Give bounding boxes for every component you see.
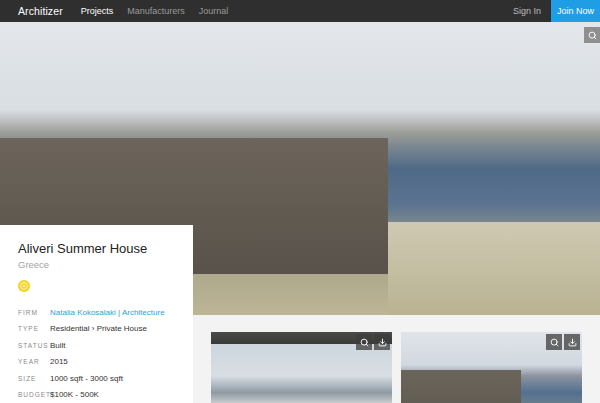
detail-value: $100K - 500K	[50, 390, 175, 399]
zoom-button[interactable]	[546, 334, 562, 350]
detail-row: SIZE1000 sqft - 3000 sqft	[18, 370, 175, 387]
gallery	[193, 315, 600, 403]
project-details: FIRMNatalia Kokosalaki | ArchitectureTYP…	[18, 304, 175, 403]
nav-link[interactable]: Manufacturers	[127, 6, 185, 16]
top-nav: Architizer Projects Manufacturers Journal Si…	[0, 0, 600, 22]
project-title: Aliveri Summer House	[18, 241, 175, 256]
detail-value: 1000 sqft - 3000 sqft	[50, 374, 175, 383]
project-location[interactable]: Greece	[18, 259, 175, 270]
detail-label: BUDGET	[18, 391, 50, 398]
download-button[interactable]	[564, 334, 580, 350]
magnifier-icon	[360, 338, 369, 347]
download-button[interactable]	[374, 334, 390, 350]
detail-label: STATUS	[18, 342, 50, 349]
download-icon	[568, 338, 577, 347]
magnifier-icon	[588, 31, 597, 40]
detail-value[interactable]: Natalia Kokosalaki | Architecture	[50, 308, 175, 317]
detail-row: BUDGET$100K - 500K	[18, 387, 175, 403]
detail-value: Residential › Private House	[50, 324, 175, 333]
award-badge-icon	[18, 280, 30, 292]
detail-value: Built	[50, 341, 175, 350]
nav-link[interactable]: Projects	[81, 6, 114, 16]
detail-row: STATUSBuilt	[18, 337, 175, 354]
sign-in-link[interactable]: Sign In	[513, 6, 541, 16]
detail-label: TYPE	[18, 325, 50, 332]
detail-label: SIZE	[18, 375, 50, 382]
detail-value: 2015	[50, 357, 175, 366]
detail-label: FIRM	[18, 309, 50, 316]
detail-row: FIRMNatalia Kokosalaki | Architecture	[18, 304, 175, 321]
project-card: Aliveri Summer House Greece FIRMNatalia Ko…	[0, 225, 193, 403]
detail-label: YEAR	[18, 358, 50, 365]
gallery-photo[interactable]	[211, 332, 392, 403]
zoom-button[interactable]	[584, 27, 600, 43]
join-button[interactable]: Join Now	[551, 0, 600, 22]
gallery-photo[interactable]	[401, 332, 582, 403]
page: Architizer Projects Manufacturers Journal Si…	[0, 0, 600, 403]
logo[interactable]: Architizer	[18, 5, 63, 17]
detail-row: TYPEResidential › Private House	[18, 321, 175, 338]
magnifier-icon	[550, 338, 559, 347]
nav-link[interactable]: Journal	[199, 6, 229, 16]
download-icon	[378, 338, 387, 347]
zoom-button[interactable]	[356, 334, 372, 350]
detail-row: YEAR2015	[18, 354, 175, 371]
